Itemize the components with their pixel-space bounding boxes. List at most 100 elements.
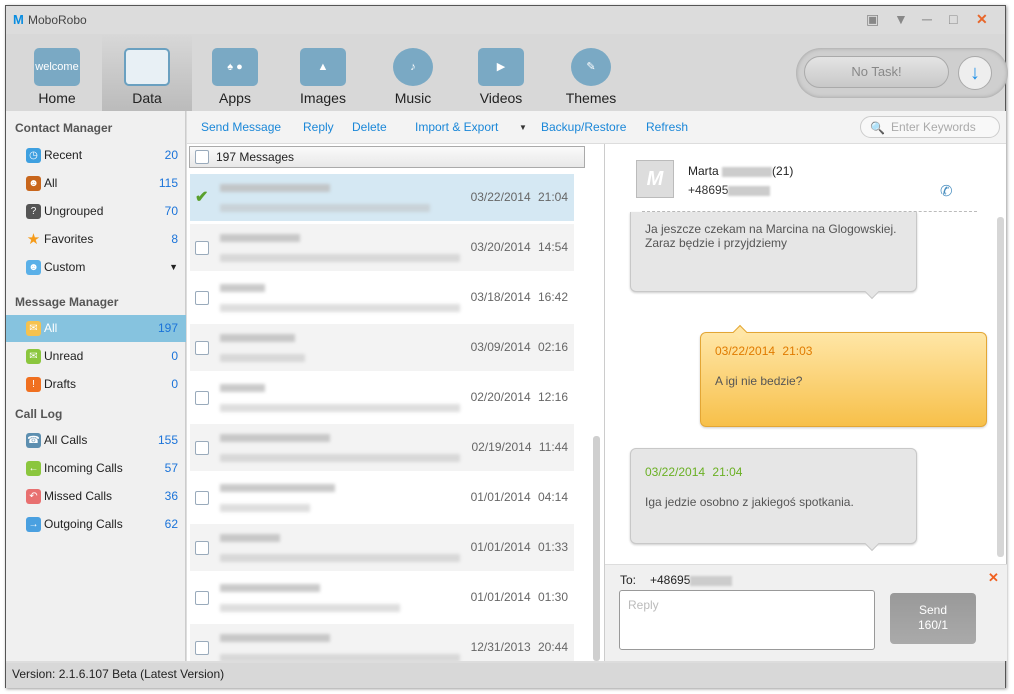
message-row[interactable]: 12/31/2013 20:44 <box>190 624 574 661</box>
list-scrollbar[interactable] <box>593 436 600 661</box>
message-bubble-incoming: Ja jeszcze czekam na Marcina na Glogowsk… <box>630 212 917 300</box>
select-all-checkbox[interactable] <box>195 150 209 164</box>
nav-label: Images <box>300 90 346 106</box>
message-date: 02/20/2014 12:16 <box>470 390 568 404</box>
redacted-sender <box>220 634 330 642</box>
send-message-button[interactable]: Send Message <box>201 120 281 134</box>
send-label: Send <box>918 603 948 617</box>
message-date: 01/01/2014 01:33 <box>470 540 568 554</box>
row-checkbox[interactable] <box>195 491 209 505</box>
reply-button[interactable]: Reply <box>303 120 334 134</box>
redacted-preview <box>220 454 460 462</box>
message-row[interactable]: 01/01/2014 01:33 <box>190 524 574 571</box>
item-label: All <box>44 176 58 190</box>
missed-call-icon: ↶ <box>26 489 41 504</box>
message-date: 03/18/2014 16:42 <box>470 290 568 304</box>
message-row[interactable]: ✔ 03/22/2014 21:04 <box>190 174 574 221</box>
nav-home[interactable]: welcome Home <box>12 34 102 111</box>
import-export-dropdown-icon[interactable]: ▼ <box>519 123 527 132</box>
message-row[interactable]: 03/18/2014 16:42 <box>190 274 574 321</box>
item-count: 57 <box>164 461 178 475</box>
item-count: 0 <box>171 377 178 391</box>
row-checkbox[interactable] <box>195 341 209 355</box>
sidebar-item-all-contacts[interactable]: ☻ All 115 <box>6 170 186 197</box>
sidebar-item-outgoing-calls[interactable]: → Outgoing Calls 62 <box>6 511 186 538</box>
chevron-down-icon[interactable]: ▼ <box>169 254 178 281</box>
message-row[interactable]: 01/01/2014 01:30 <box>190 574 574 621</box>
message-row[interactable]: 03/20/2014 14:54 <box>190 224 574 271</box>
sidebar-item-recent[interactable]: ◷ Recent 20 <box>6 142 186 169</box>
search-placeholder: Enter Keywords <box>891 120 976 134</box>
task-status-button[interactable]: No Task! <box>804 56 949 88</box>
to-value: +48695 <box>650 573 691 587</box>
nav-music[interactable]: ♪ Music <box>368 34 458 111</box>
row-checkbox[interactable] <box>195 641 209 655</box>
item-label: Missed Calls <box>44 489 113 503</box>
row-checkbox[interactable] <box>195 541 209 555</box>
row-checkbox[interactable] <box>195 391 209 405</box>
sidebar-item-incoming-calls[interactable]: ← Incoming Calls 57 <box>6 455 186 482</box>
close-icon[interactable]: ✕ <box>976 11 988 28</box>
nav-label: Apps <box>219 90 251 106</box>
app-title: MoboRobo <box>28 13 87 27</box>
redacted-preview <box>220 604 400 612</box>
nav-apps[interactable]: ♠ ● Apps <box>190 34 280 111</box>
menu-icon[interactable]: ▼ <box>894 11 908 27</box>
backup-restore-button[interactable]: Backup/Restore <box>541 120 626 134</box>
contact-phone-line: +48695 <box>688 183 771 197</box>
item-label: Outgoing Calls <box>44 517 123 531</box>
delete-button[interactable]: Delete <box>352 120 387 134</box>
refresh-button[interactable]: Refresh <box>646 120 688 134</box>
sidebar-item-drafts[interactable]: ! Drafts 0 <box>6 371 186 398</box>
message-date: 03/22/2014 21:04 <box>645 465 743 479</box>
message-text: Iga jedzie osobno z jakiegoś spotkania. <box>645 495 854 509</box>
redacted-preview <box>220 654 460 661</box>
item-count: 0 <box>171 349 178 363</box>
sidebar-item-ungrouped[interactable]: ? Ungrouped 70 <box>6 198 186 225</box>
music-icon: ♪ <box>393 48 433 86</box>
sidebar-item-custom[interactable]: ☻ Custom ▼ <box>6 254 186 281</box>
sidebar-item-favorites[interactable]: ★ Favorites 8 <box>6 226 186 253</box>
nav-videos[interactable]: ▶ Videos <box>456 34 546 111</box>
message-date: 03/22/2014 21:03 <box>715 344 813 358</box>
sidebar-item-missed-calls[interactable]: ↶ Missed Calls 36 <box>6 483 186 510</box>
redacted-preview <box>220 404 460 412</box>
search-input[interactable]: 🔍 Enter Keywords <box>860 116 1000 138</box>
row-checkbox[interactable]: ✔ <box>195 190 209 206</box>
item-label: Favorites <box>44 232 94 246</box>
redacted-sender <box>220 384 265 392</box>
call-icon[interactable]: ✆ <box>940 182 953 200</box>
feedback-icon[interactable]: ▣ <box>866 11 879 28</box>
message-date: 01/01/2014 01:30 <box>470 590 568 604</box>
message-row[interactable]: 02/20/2014 12:16 <box>190 374 574 421</box>
import-export-button[interactable]: Import & Export <box>415 120 498 134</box>
maximize-icon[interactable]: □ <box>949 11 957 27</box>
row-checkbox[interactable] <box>195 241 209 255</box>
row-checkbox[interactable] <box>195 441 209 455</box>
nav-images[interactable]: ▲ Images <box>278 34 368 111</box>
message-bubble-incoming: 03/22/2014 21:04 Iga jedzie osobno z jak… <box>630 448 917 552</box>
row-checkbox[interactable] <box>195 591 209 605</box>
redacted-sender <box>220 534 280 542</box>
minimize-icon[interactable]: ─ <box>922 11 932 27</box>
item-label: Unread <box>44 349 84 363</box>
reply-input[interactable]: Reply <box>619 590 875 650</box>
message-row[interactable]: 02/19/2014 11:44 <box>190 424 574 471</box>
redacted-phone <box>690 575 733 586</box>
redacted-preview <box>220 504 310 512</box>
sidebar-item-unread[interactable]: ✉ Unread 0 <box>6 343 186 370</box>
nav-themes[interactable]: ✎ Themes <box>546 34 636 111</box>
close-compose-icon[interactable]: ✕ <box>988 570 999 586</box>
toolbar: Send Message Reply Delete Import & Expor… <box>187 111 1006 144</box>
download-icon[interactable]: ↓ <box>958 56 992 90</box>
send-button[interactable]: Send 160/1 <box>890 593 976 644</box>
sidebar-item-all-calls[interactable]: ☎ All Calls 155 <box>6 427 186 454</box>
conversation-scrollbar[interactable] <box>997 217 1004 557</box>
message-row[interactable]: 01/01/2014 04:14 <box>190 474 574 521</box>
message-date: 03/20/2014 14:54 <box>470 240 568 254</box>
nav-data[interactable]: Data <box>102 34 192 111</box>
message-row[interactable]: 03/09/2014 02:16 <box>190 324 574 371</box>
message-date: 01/01/2014 04:14 <box>470 490 568 504</box>
sidebar-item-all-messages[interactable]: ✉ All 197 <box>6 315 186 342</box>
row-checkbox[interactable] <box>195 291 209 305</box>
